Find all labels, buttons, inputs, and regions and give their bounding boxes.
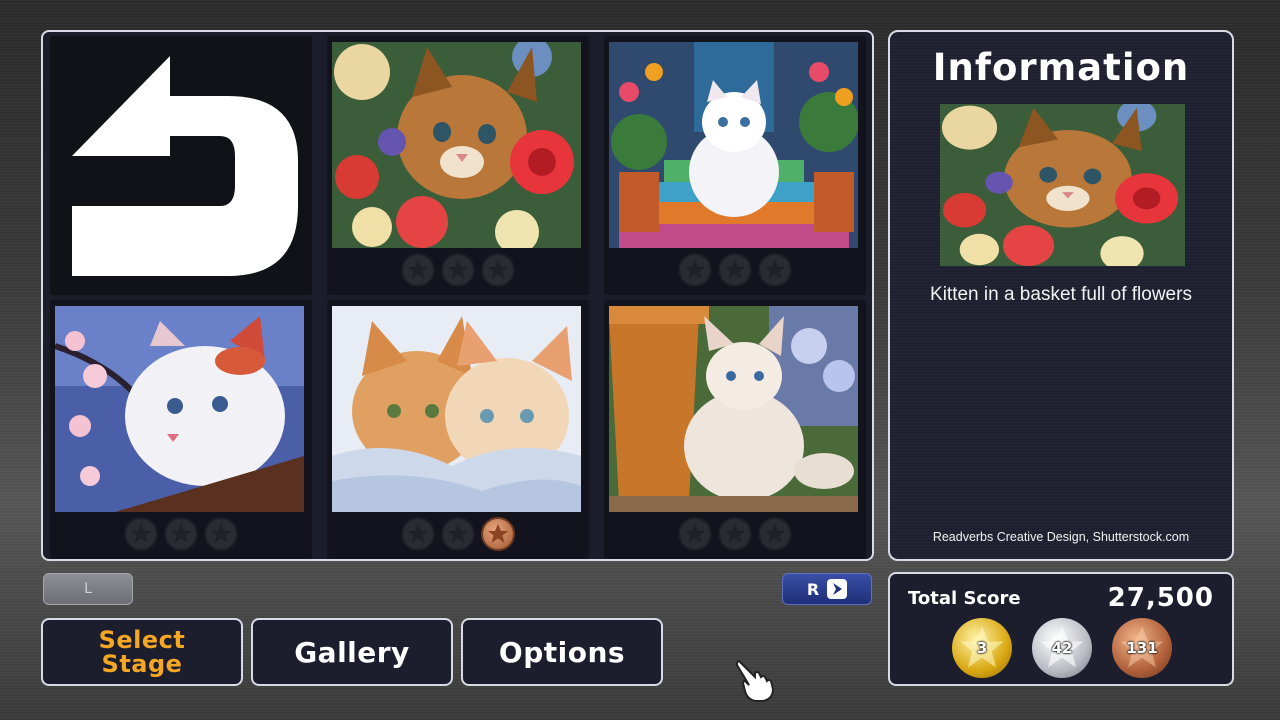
star-icon [678,253,712,287]
select-stage-label: Select Stage [98,626,186,678]
star-icon [124,517,158,551]
information-description: Kitten in a basket full of flowers [930,284,1192,305]
stage-1-image [332,42,581,248]
image-credit: Readverbs Creative Design, Shutterstock.… [932,530,1190,544]
stage-2-image [609,42,858,248]
information-title: Information [932,46,1190,89]
gold-medal-count: 3 [976,639,988,657]
options-button[interactable]: Options [461,618,663,686]
star-icon [401,517,435,551]
r-button-label: R [806,579,820,599]
score-panel: Total Score 27,500 3 42 131 [888,572,1234,686]
gallery-label: Gallery [294,635,410,669]
information-panel: Information Kitten in a basket full of f… [888,30,1234,561]
l-button-label: L [84,581,92,597]
back-arrow-icon [72,56,298,276]
silver-medal-count: 42 [1051,639,1073,657]
star-icon [204,517,238,551]
star-icon [401,253,435,287]
stage-tile-2[interactable] [604,36,866,295]
stage-1-stars [327,253,589,287]
medal-counts: 3 42 131 [952,618,1172,678]
star-icon [441,253,475,287]
stage-grid [41,30,874,561]
stage-tile-3[interactable] [50,300,312,559]
star-icon [678,517,712,551]
gallery-button[interactable]: Gallery [251,618,453,686]
stage-tile-4[interactable] [327,300,589,559]
stage-5-image [609,306,858,512]
star-icon [758,517,792,551]
bronze-medal-count: 131 [1126,639,1158,657]
stage-3-image [55,306,304,512]
hand-cursor-icon [735,659,775,702]
star-icon [718,253,752,287]
total-score-label: Total Score [908,588,1021,609]
r-shoulder-button[interactable]: R [782,573,872,605]
star-icon [164,517,198,551]
back-tile[interactable] [50,36,312,295]
stage-4-image [332,306,581,512]
information-preview-image [940,104,1185,266]
star-icon [481,253,515,287]
chevron-right-icon [827,579,848,599]
stage-4-stars [327,517,589,551]
stage-5-stars [604,517,866,551]
silver-medal-icon: 42 [1032,618,1092,678]
total-score-value: 27,500 [1107,583,1214,613]
stage-3-stars [50,517,312,551]
stage-tile-1[interactable] [327,36,589,295]
gold-medal-icon: 3 [952,618,1012,678]
stage-tile-5[interactable] [604,300,866,559]
bronze-star-icon [481,517,515,551]
star-icon [441,517,475,551]
select-stage-button[interactable]: Select Stage [41,618,243,686]
options-label: Options [498,635,626,669]
bronze-medal-icon: 131 [1112,618,1172,678]
stage-2-stars [604,253,866,287]
star-icon [758,253,792,287]
l-shoulder-button[interactable]: L [43,573,133,605]
star-icon [718,517,752,551]
